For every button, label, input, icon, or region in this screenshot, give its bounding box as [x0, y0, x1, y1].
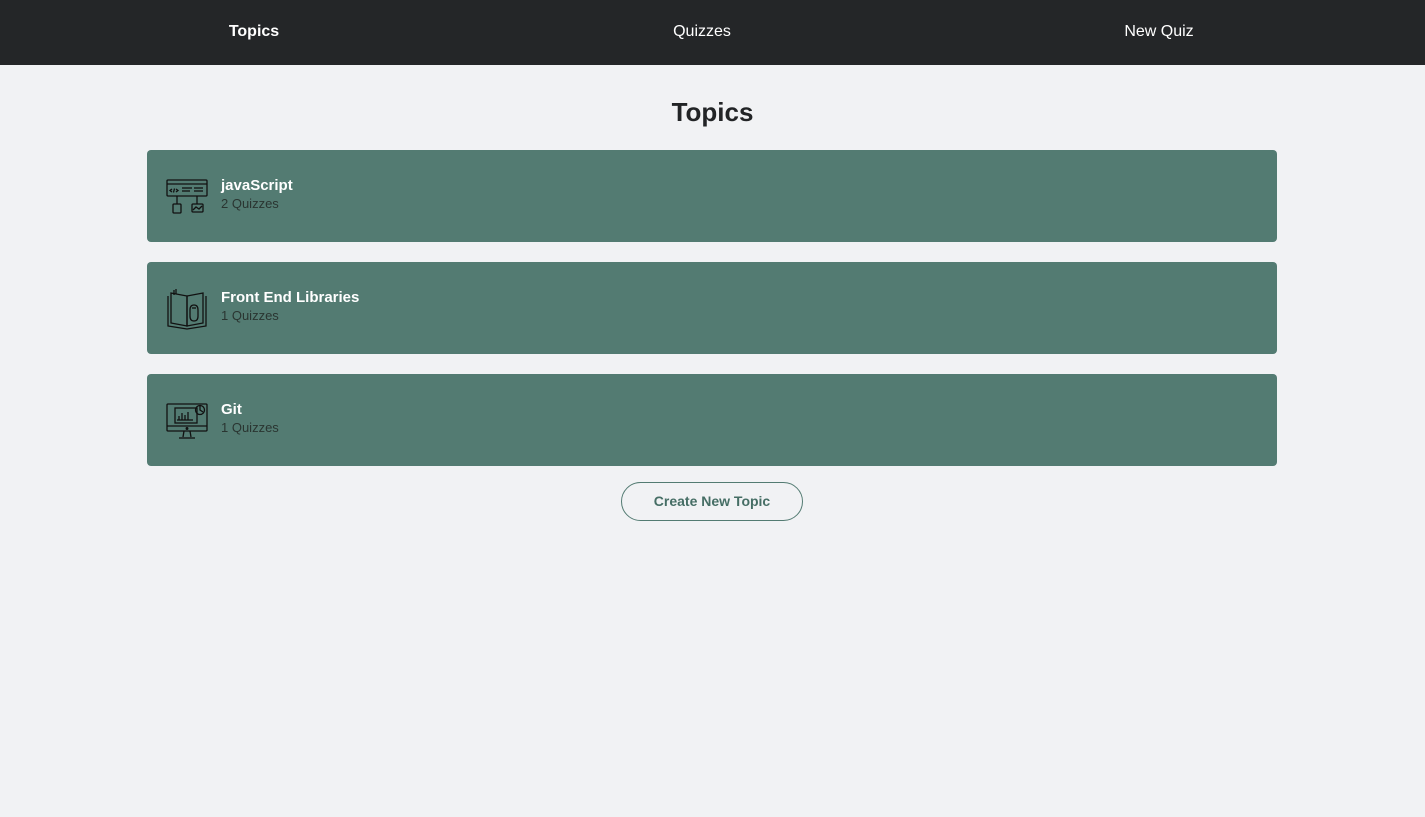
top-navbar: Topics Quizzes New Quiz [0, 0, 1425, 65]
topic-card-git[interactable]: Git 1 Quizzes [147, 374, 1277, 466]
nav-new-quiz-link[interactable]: New Quiz [1009, 0, 1309, 65]
page-title: Topics [671, 97, 754, 127]
topic-quiz-count: 1 Quizzes [221, 308, 279, 323]
create-new-topic-button[interactable]: Create New Topic [621, 482, 803, 521]
book-icon [167, 289, 207, 330]
topic-name: javaScript [221, 177, 293, 194]
nav-topics-link[interactable]: Topics [104, 0, 404, 65]
topic-quiz-count: 2 Quizzes [221, 196, 279, 211]
topic-card-javascript[interactable]: javaScript 2 Quizzes [147, 150, 1277, 242]
nav-quizzes-link[interactable]: Quizzes [552, 0, 852, 65]
topic-name: Front End Libraries [221, 289, 360, 306]
topic-quiz-count: 1 Quizzes [221, 420, 279, 435]
topic-name: Git [221, 401, 242, 418]
topic-card-front-end-libraries[interactable]: Front End Libraries 1 Quizzes [147, 262, 1277, 354]
monitor-chart-icon [166, 403, 208, 439]
code-screen-icon [166, 179, 208, 214]
